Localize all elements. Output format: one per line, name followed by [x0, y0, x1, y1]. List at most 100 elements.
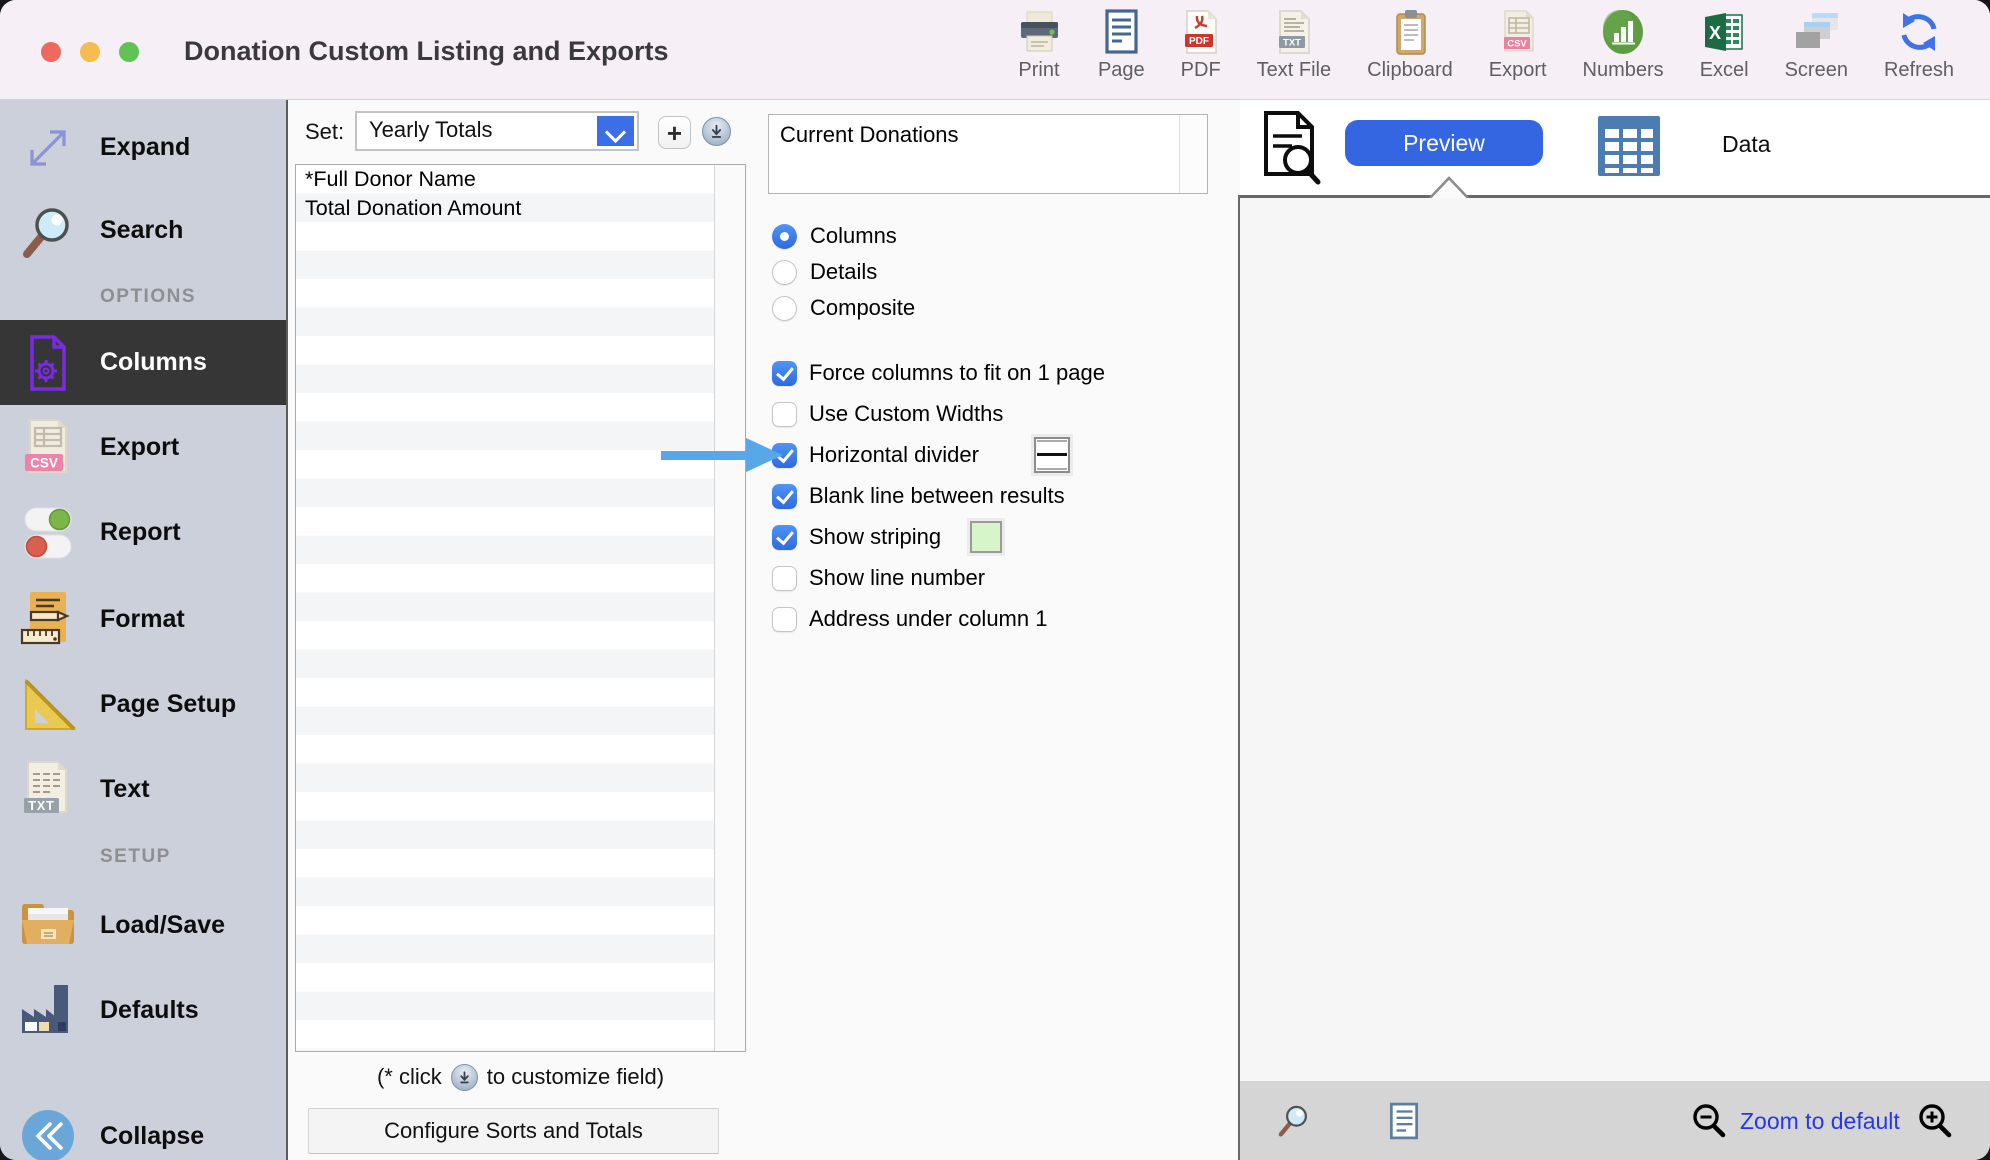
radio-details[interactable]	[772, 260, 797, 285]
preview-content	[1240, 198, 1990, 1081]
sidebar-item-collapse[interactable]: Collapse	[0, 1094, 286, 1160]
radio-label: Details	[810, 259, 877, 285]
report-title-scrollbar[interactable]	[1179, 115, 1207, 193]
excel-icon: X	[1702, 8, 1746, 56]
toolbar-label: Clipboard	[1367, 59, 1453, 82]
sidebar-item-search[interactable]: Search	[0, 188, 286, 273]
checkbox-row-custom-widths[interactable]: Use Custom Widths	[772, 401, 1003, 427]
radio-label: Columns	[810, 223, 897, 249]
configure-sorts-totals-button[interactable]: Configure Sorts and Totals	[308, 1108, 719, 1154]
divider-style-button[interactable]	[1031, 434, 1073, 476]
checkbox-label: Blank line between results	[809, 483, 1065, 509]
radio-row-composite[interactable]: Composite	[772, 295, 915, 321]
hint-suffix: to customize field)	[487, 1064, 664, 1090]
checkbox-label: Address under column 1	[809, 606, 1047, 632]
striping-color-button[interactable]	[967, 518, 1005, 556]
hint-prefix: (* click	[377, 1064, 442, 1090]
checkbox-row-blank-line[interactable]: Blank line between results	[772, 483, 1065, 509]
export-csv-button[interactable]: CSV Export	[1489, 8, 1547, 82]
sidebar-item-defaults[interactable]: Defaults	[0, 968, 286, 1053]
checkbox-row-show-striping[interactable]: Show striping	[772, 524, 941, 550]
checkbox-row-address-column[interactable]: Address under column 1	[772, 606, 1047, 632]
format-document-icon	[14, 586, 82, 654]
svg-text:TXT: TXT	[28, 799, 55, 813]
refresh-button[interactable]: Refresh	[1884, 8, 1954, 82]
preview-document-icon	[1260, 110, 1324, 186]
checkbox-label: Horizontal divider	[809, 442, 979, 468]
checkbox-label: Show line number	[809, 565, 985, 591]
field-row[interactable]: *Full Donor Name	[296, 165, 745, 194]
sidebar-item-expand[interactable]: Expand	[0, 105, 286, 190]
page-icon	[1099, 8, 1143, 56]
sidebar-item-load-save[interactable]: Load/Save	[0, 883, 286, 968]
report-title-input[interactable]: Current Donations	[768, 114, 1208, 194]
toolbar-label: Excel	[1700, 59, 1749, 82]
page-button[interactable]: Page	[1098, 8, 1145, 82]
screen-button[interactable]: Screen	[1785, 8, 1848, 82]
checkbox-custom-widths[interactable]	[772, 402, 797, 427]
text-file-button[interactable]: TXT Text File	[1257, 8, 1331, 82]
set-dropdown[interactable]: Yearly Totals	[355, 111, 639, 151]
set-dropdown-value: Yearly Totals	[369, 117, 493, 143]
sidebar-item-page-setup[interactable]: Page Setup	[0, 662, 286, 747]
zoom-window-button[interactable]	[119, 42, 139, 62]
columns-document-gear-icon	[14, 329, 82, 397]
field-list[interactable]: *Full Donor Name Total Donation Amount	[295, 164, 746, 1052]
sidebar-section-options: OPTIONS	[100, 286, 196, 308]
add-field-button[interactable]: +	[658, 116, 691, 149]
toolbar-label: Text File	[1257, 59, 1331, 82]
toolbar: Print Page PDF	[1016, 8, 1954, 96]
tab-data[interactable]: Data	[1722, 131, 1771, 158]
toolbar-label: Screen	[1785, 59, 1848, 82]
sidebar-item-export[interactable]: CSV Export	[0, 405, 286, 490]
svg-text:TXT: TXT	[1283, 38, 1301, 49]
close-window-button[interactable]	[41, 42, 61, 62]
minimize-window-button[interactable]	[80, 42, 100, 62]
checkbox-line-number[interactable]	[772, 566, 797, 591]
numbers-button[interactable]: Numbers	[1583, 8, 1664, 82]
data-table-icon	[1598, 116, 1660, 176]
radio-row-columns[interactable]: Columns	[772, 223, 897, 249]
excel-button[interactable]: X Excel	[1700, 8, 1749, 82]
zoom-out-icon[interactable]	[1690, 1102, 1728, 1140]
print-button[interactable]: Print	[1016, 8, 1062, 82]
radio-columns[interactable]	[772, 224, 797, 249]
checkbox-show-striping[interactable]	[772, 525, 797, 550]
sidebar-item-format[interactable]: Format	[0, 577, 286, 662]
field-row[interactable]: Total Donation Amount	[296, 194, 745, 223]
sidebar-item-report[interactable]: Report	[0, 490, 286, 575]
checkbox-force-fit[interactable]	[772, 361, 797, 386]
checkbox-row-line-number[interactable]: Show line number	[772, 565, 985, 591]
numbers-icon	[1600, 8, 1646, 56]
download-icon	[451, 1064, 478, 1091]
magnify-preview-icon[interactable]	[1274, 1100, 1314, 1140]
customize-field-button[interactable]	[702, 117, 731, 146]
sidebar-item-label: Page Setup	[100, 690, 236, 719]
checkbox-address-column[interactable]	[772, 607, 797, 632]
csv-document-icon: CSV	[14, 414, 82, 482]
striping-swatch-fill	[970, 521, 1002, 553]
checkbox-row-horizontal-divider[interactable]: Horizontal divider	[772, 442, 979, 468]
txt-document-icon: TXT	[14, 756, 82, 824]
chevron-down-icon[interactable]	[597, 116, 634, 146]
pdf-button[interactable]: PDF PDF	[1181, 8, 1221, 82]
field-list-scrollbar[interactable]	[714, 165, 745, 1051]
tab-preview[interactable]: Preview	[1345, 120, 1543, 166]
toggles-icon	[14, 499, 82, 567]
sidebar-item-columns[interactable]: Columns	[0, 320, 286, 405]
sidebar-item-text[interactable]: TXT Text	[0, 747, 286, 832]
checkbox-row-force-fit[interactable]: Force columns to fit on 1 page	[772, 360, 1105, 386]
app-window: Donation Custom Listing and Exports Prin…	[0, 0, 1990, 1160]
page-outline-icon[interactable]	[1386, 1102, 1422, 1140]
toolbar-label: Refresh	[1884, 59, 1954, 82]
radio-row-details[interactable]: Details	[772, 259, 877, 285]
collapse-icon	[14, 1102, 82, 1160]
zoom-in-icon[interactable]	[1916, 1102, 1954, 1140]
preview-left-border	[1238, 196, 1240, 1160]
radio-composite[interactable]	[772, 296, 797, 321]
clipboard-button[interactable]: Clipboard	[1367, 8, 1453, 82]
checkbox-blank-line[interactable]	[772, 484, 797, 509]
svg-text:X: X	[1709, 23, 1721, 43]
zoom-to-default-link[interactable]: Zoom to default	[1740, 1108, 1900, 1135]
csv-file-icon: CSV	[1498, 8, 1538, 56]
